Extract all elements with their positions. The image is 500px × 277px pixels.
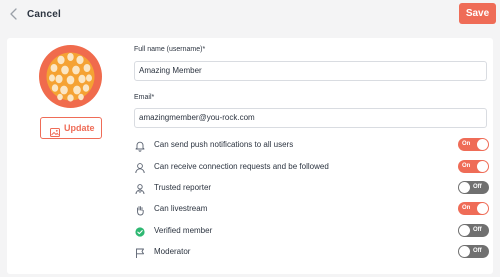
livestream-toggle[interactable]: On (458, 202, 489, 215)
permission-row-push-notifications: Can send push notifications to all users… (134, 137, 489, 153)
permission-label: Trusted reporter (154, 183, 212, 192)
toggle-state: Off (473, 248, 482, 254)
member-edit-card: Update Full name (username)* Amazing Mem… (7, 38, 493, 274)
toggle-knob (459, 246, 470, 257)
save-button[interactable]: Save (459, 3, 496, 24)
permission-label: Verified member (154, 226, 213, 235)
permission-row-connection-requests: Can receive connection requests and be f… (134, 159, 489, 175)
connection-requests-toggle[interactable]: On (458, 160, 489, 173)
permission-label: Can livestream (154, 204, 208, 213)
toggle-knob (477, 161, 488, 172)
permission-row-moderator: Moderator Off (134, 244, 489, 260)
toggle-knob (459, 225, 470, 236)
update-button-label: Update (64, 123, 95, 133)
image-icon (50, 124, 60, 142)
permission-row-verified-member: Verified member Off (134, 223, 489, 239)
hand-icon (134, 203, 146, 216)
user-shield-icon (134, 182, 146, 195)
bell-icon (134, 139, 146, 152)
toggle-state: Off (473, 227, 482, 233)
toggle-knob (477, 139, 488, 150)
email-field[interactable]: amazingmember@you-rock.com (134, 108, 487, 128)
flag-icon (134, 246, 146, 258)
avatar (39, 45, 102, 108)
permission-label: Moderator (154, 247, 191, 256)
user-icon (134, 161, 146, 174)
fullname-field[interactable]: Amazing Member (134, 61, 487, 81)
permission-row-trusted-reporter: Trusted reporter Off (134, 180, 489, 196)
toggle-state: On (462, 141, 471, 147)
fullname-label: Full name (username)* (134, 46, 206, 53)
verified-member-toggle[interactable]: Off (458, 224, 489, 237)
email-label: Email* (134, 94, 155, 101)
update-photo-button[interactable]: Update (40, 117, 102, 139)
toggle-state: On (462, 205, 471, 211)
toggle-knob (477, 203, 488, 214)
moderator-toggle[interactable]: Off (458, 245, 489, 258)
trusted-reporter-toggle[interactable]: Off (458, 181, 489, 194)
permission-row-livestream: Can livestream On (134, 201, 489, 217)
toggle-knob (459, 182, 470, 193)
back-chevron-icon[interactable] (6, 6, 22, 22)
toggle-state: On (462, 163, 471, 169)
verified-check-icon (134, 225, 146, 237)
toggle-state: Off (473, 184, 482, 190)
cancel-button[interactable]: Cancel (27, 9, 61, 20)
permission-label: Can receive connection requests and be f… (154, 162, 329, 171)
top-bar: Cancel Save (0, 0, 500, 33)
push-notifications-toggle[interactable]: On (458, 138, 489, 151)
permission-label: Can send push notifications to all users (154, 140, 294, 149)
